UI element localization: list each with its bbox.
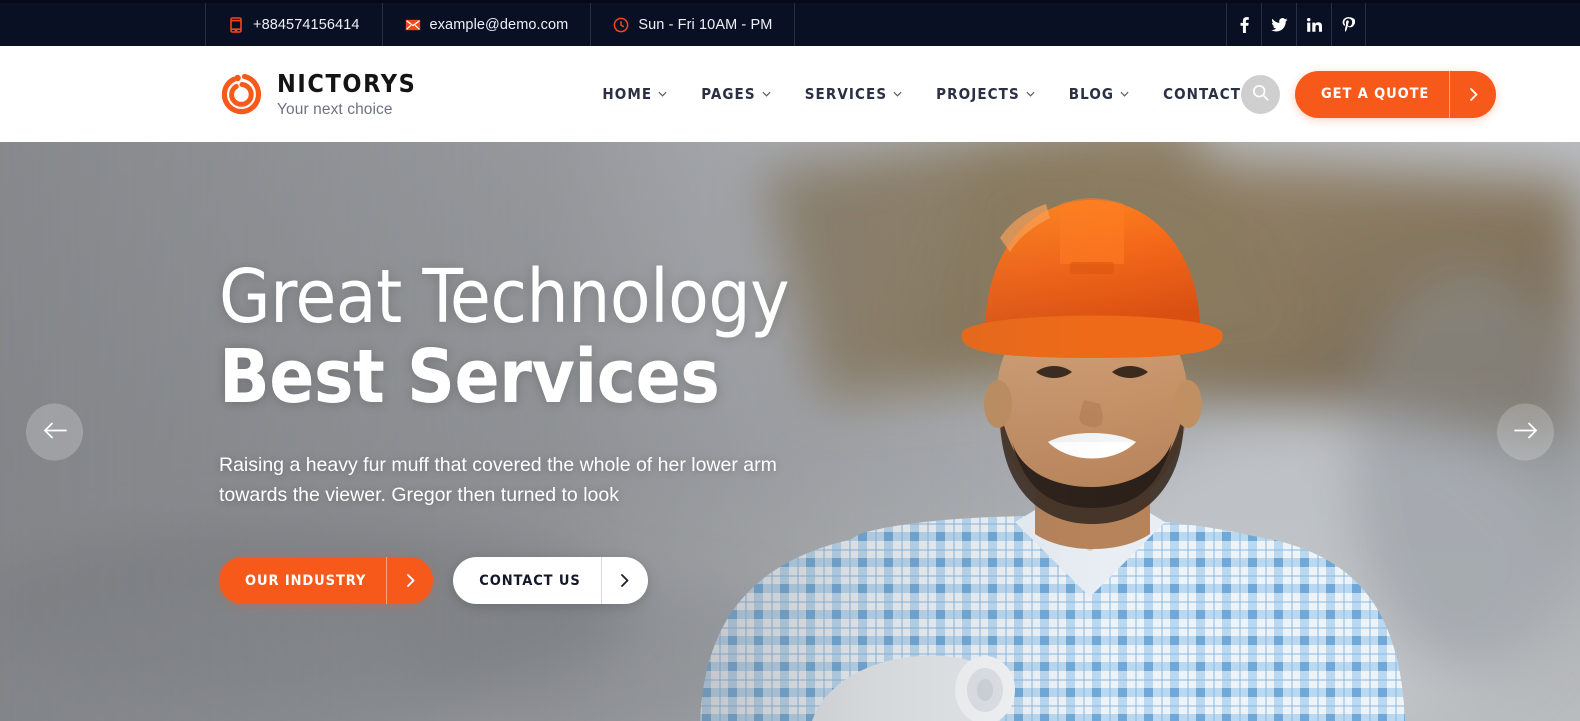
nav-item-label: PROJECTS: [936, 85, 1020, 103]
logo-tagline: Your next choice: [277, 100, 393, 118]
chevron-right-icon: [1449, 70, 1496, 118]
twitter-icon[interactable]: [1261, 3, 1296, 46]
slider-next-button[interactable]: [1497, 403, 1554, 460]
chevron-down-icon: [658, 91, 667, 97]
facebook-icon[interactable]: [1226, 3, 1261, 46]
logo-text-block: NICTORYS Your next choice: [277, 71, 416, 118]
contact-us-button[interactable]: CONTACT US: [453, 557, 648, 605]
nav-item-label: HOME: [602, 85, 653, 103]
nav-item-pages[interactable]: PAGES: [701, 85, 771, 103]
clock-icon: [613, 17, 629, 33]
topbar-contact-list: +884574156414 example@demo.com Sun - Fri…: [205, 3, 796, 46]
nav-item-label: BLOG: [1068, 85, 1115, 103]
hero-heading-line1: Great Technology: [219, 253, 789, 340]
search-button[interactable]: [1241, 74, 1281, 114]
get-a-quote-button[interactable]: GET A QUOTE: [1295, 70, 1497, 118]
our-industry-button[interactable]: OUR INDUSTRY: [219, 557, 434, 605]
topbar-phone-text: +884574156414: [253, 16, 360, 33]
nav-item-contact[interactable]: CONTACT: [1163, 85, 1241, 103]
topbar-email-text: example@demo.com: [429, 16, 569, 33]
mobile-phone-icon: [228, 16, 244, 33]
topbar-hours-text: Sun - Fri 10AM - PM: [638, 16, 773, 33]
nav-item-blog[interactable]: BLOG: [1069, 85, 1129, 103]
nav-item-home[interactable]: HOME: [602, 85, 667, 103]
our-industry-label: OUR INDUSTRY: [245, 572, 367, 589]
topbar-email[interactable]: example@demo.com: [383, 3, 592, 46]
header-actions: GET A QUOTE: [1241, 70, 1497, 118]
site-header: NICTORYS Your next choice HOME PAGES SER…: [0, 46, 1580, 142]
linkedin-icon[interactable]: [1296, 3, 1331, 46]
chevron-down-icon: [762, 91, 771, 97]
topbar-phone[interactable]: +884574156414: [205, 3, 383, 46]
logo-name: NICTORYS: [277, 68, 417, 98]
top-bar: +884574156414 example@demo.com Sun - Fri…: [0, 0, 1580, 46]
topbar-social-list: [1226, 3, 1366, 46]
pinterest-icon[interactable]: [1331, 3, 1366, 46]
chevron-right-icon: [386, 557, 433, 605]
nav-item-label: SERVICES: [804, 85, 888, 103]
chevron-right-icon: [600, 557, 648, 605]
nav-item-label: CONTACT: [1163, 85, 1242, 103]
contact-us-label: CONTACT US: [479, 572, 581, 589]
topbar-hours[interactable]: Sun - Fri 10AM - PM: [591, 3, 796, 46]
swirl-logo-icon: [219, 69, 265, 119]
slider-prev-button[interactable]: [26, 403, 83, 460]
envelope-icon: [405, 17, 421, 33]
hero-paragraph: Raising a heavy fur muff that covered th…: [219, 453, 777, 507]
hero-content: Great Technology Best Services Raising a…: [219, 142, 1039, 721]
nav-item-projects[interactable]: PROJECTS: [936, 85, 1035, 103]
nav-item-label: PAGES: [701, 85, 756, 103]
chevron-down-icon: [1026, 91, 1035, 97]
chevron-down-icon: [893, 91, 902, 97]
nav-item-services[interactable]: SERVICES: [805, 85, 902, 103]
hero-button-group: OUR INDUSTRY CONTACT US: [219, 557, 1039, 605]
search-icon: [1252, 84, 1269, 104]
chevron-down-icon: [1120, 91, 1129, 97]
arrow-left-icon: [42, 421, 68, 442]
arrow-right-icon: [1513, 421, 1539, 442]
hero-slider: Great Technology Best Services Raising a…: [0, 142, 1580, 721]
get-a-quote-label: GET A QUOTE: [1321, 86, 1430, 102]
main-navigation: HOME PAGES SERVICES PROJECTS BLOG CONTAC…: [602, 85, 1241, 103]
site-logo[interactable]: NICTORYS Your next choice: [219, 69, 416, 119]
hero-heading-line2: Best Services: [219, 333, 720, 420]
